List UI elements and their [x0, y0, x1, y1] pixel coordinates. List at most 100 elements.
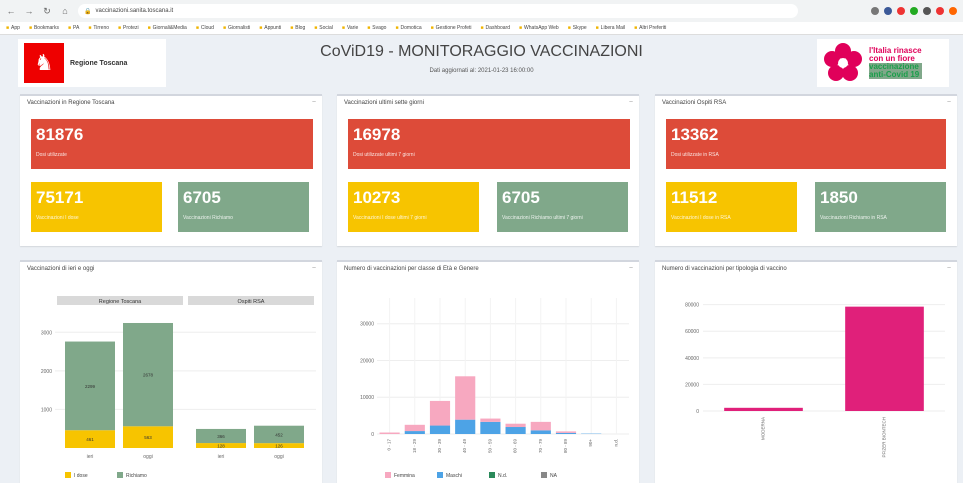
y-tick-label: 0: [696, 409, 699, 415]
bookmark-item[interactable]: Altri Preferiti: [634, 25, 666, 31]
chart-title: Vaccinazioni di ieri e oggi: [27, 266, 95, 272]
extension-icon[interactable]: [884, 7, 892, 15]
extension-icon[interactable]: [871, 7, 879, 15]
bar-segment: [530, 430, 551, 434]
legend-swatch: [65, 472, 71, 478]
bar-data-label: 126: [275, 444, 283, 449]
legend-label: N.d.: [498, 473, 507, 479]
bookmark-item[interactable]: PA: [68, 25, 79, 31]
x-tick-label: 18 - 29: [412, 439, 417, 454]
bookmark-item[interactable]: Appunti: [259, 25, 281, 31]
kpi-label: Dosi utilizzate in RSA: [671, 152, 719, 158]
kpi-value: 1850: [820, 188, 858, 207]
x-tick-label: PFIZER BIONTECH: [882, 417, 887, 458]
bookmark-item[interactable]: Domotica: [395, 25, 422, 31]
kpi-label: Vaccinazioni Richiamo in RSA: [820, 215, 887, 221]
kpi-label: Vaccinazioni Richiamo: [183, 215, 233, 221]
ieri-oggi-chart: 1000 2000 3000 Regione Toscana 461 2299 ieri 56…: [41, 296, 316, 479]
bookmark-item[interactable]: Bookmarks: [29, 25, 59, 31]
collapse-icon[interactable]: −: [629, 99, 633, 106]
x-tick-label: 90+: [588, 439, 593, 447]
y-tick-label: 20000: [685, 382, 699, 388]
profile-icon[interactable]: [949, 7, 957, 15]
y-tick-label: 1000: [41, 407, 52, 413]
legend-label: Maschi: [446, 473, 462, 479]
y-tick-label: 2000: [41, 369, 52, 375]
bar-segment: [404, 431, 425, 434]
legend-label: Richiamo: [126, 473, 147, 479]
extension-icon[interactable]: [923, 7, 931, 15]
bookmark-item[interactable]: Gestione Profeti: [431, 25, 472, 31]
extension-icon[interactable]: [936, 7, 944, 15]
bookmark-item[interactable]: WhatsApp Web: [519, 25, 559, 31]
bar-segment: [530, 421, 551, 431]
address-bar[interactable]: 🔒 vaccinazioni.sanita.toscana.it: [78, 4, 798, 18]
bookmark-item[interactable]: Dashboard: [481, 25, 510, 31]
forward-icon[interactable]: →: [24, 6, 34, 16]
x-tick-label: 80 - 89: [563, 439, 568, 454]
extension-icon[interactable]: [897, 7, 905, 15]
x-tick-label: 30 - 39: [437, 439, 442, 454]
bar-data-label: 366: [217, 434, 225, 439]
campaign-text: anti-Covid 19: [869, 71, 922, 79]
bookmark-item[interactable]: Social: [314, 25, 333, 31]
kpi-value: 16978: [353, 125, 401, 144]
x-tick-label: n.d.: [613, 439, 618, 447]
y-tick-label: 3000: [41, 330, 52, 336]
bookmark-item[interactable]: Giornalisti: [223, 25, 250, 31]
legend-swatch: [489, 472, 495, 478]
kpi-first-dose: 11512 Vaccinazioni I dose in RSA: [666, 182, 797, 232]
bookmark-item[interactable]: Skype: [568, 25, 587, 31]
panel-ospiti-rsa: Vaccinazioni Ospiti RSA − 13362 Dosi uti…: [655, 94, 957, 246]
url-text: vaccinazioni.sanita.toscana.it: [95, 8, 174, 14]
extension-icon[interactable]: [910, 7, 918, 15]
collapse-icon[interactable]: −: [312, 99, 316, 106]
kpi-value: 75171: [36, 188, 84, 207]
collapse-icon[interactable]: −: [947, 265, 951, 272]
collapse-icon[interactable]: −: [312, 265, 316, 272]
x-tick-label: oggi: [274, 454, 283, 460]
bar-data-label: 128: [217, 444, 225, 449]
panel-regione-toscana: Vaccinazioni in Regione Toscana − 81876 …: [20, 94, 322, 246]
kpi-value: 6705: [502, 188, 540, 207]
back-icon[interactable]: ←: [6, 6, 16, 16]
x-tick-label: ieri: [218, 454, 225, 460]
kpi-recall: 6705 Vaccinazioni Richiamo: [178, 182, 309, 232]
legend-swatch: [117, 472, 123, 478]
bookmark-item[interactable]: Blog: [290, 25, 305, 31]
tipologia-chart: 0 20000 40000 60000 80000 MODERNA PFIZER BIONT…: [685, 303, 945, 458]
panel-title: Vaccinazioni ultimi sette giorni: [344, 100, 424, 106]
bookmark-item[interactable]: Libera Mail: [596, 25, 625, 31]
bar-segment: [429, 425, 451, 434]
bar: [724, 407, 803, 411]
bookmark-item[interactable]: App: [6, 25, 20, 31]
kpi-recall: 1850 Vaccinazioni Richiamo in RSA: [815, 182, 946, 232]
bookmark-item[interactable]: Varie: [342, 25, 358, 31]
kpi-total-doses: 16978 Dosi utilizzate ultimi 7 giorni: [348, 119, 630, 169]
bar-segment: [379, 432, 400, 434]
collapse-icon[interactable]: −: [629, 265, 633, 272]
bar-segment: [429, 400, 451, 426]
y-tick-label: 60000: [685, 329, 699, 335]
x-tick-label: 0 - 17: [387, 439, 392, 451]
bookmark-item[interactable]: Svago: [367, 25, 386, 31]
reload-icon[interactable]: ↻: [42, 6, 52, 17]
bookmark-item[interactable]: Protezi: [118, 25, 139, 31]
kpi-recall: 6705 Vaccinazioni Richiamo ultimi 7 gior…: [497, 182, 628, 232]
x-tick-label: 70 - 79: [538, 439, 543, 454]
y-tick-label: 20000: [360, 358, 374, 364]
legend-swatch: [541, 472, 547, 478]
collapse-icon[interactable]: −: [947, 99, 951, 106]
kpi-label: Vaccinazioni I dose in RSA: [671, 215, 731, 221]
bookmark-item[interactable]: Cloud: [196, 25, 214, 31]
bookmark-item[interactable]: Tirreno: [88, 25, 109, 31]
panel-ultimi-sette-giorni: Vaccinazioni ultimi sette giorni − 16978…: [337, 94, 639, 246]
bookmark-item[interactable]: Giornali&Media: [148, 25, 187, 31]
x-tick-label: ieri: [87, 454, 94, 460]
x-tick-label: 60 - 69: [513, 439, 518, 454]
chart-title: Numero di vaccinazioni per tipologia di …: [662, 266, 787, 272]
chart-title: Numero di vaccinazioni per classe di Età…: [344, 266, 479, 272]
bar-segment: [480, 418, 501, 422]
home-icon[interactable]: ⌂: [60, 6, 70, 16]
extensions: [871, 7, 957, 15]
